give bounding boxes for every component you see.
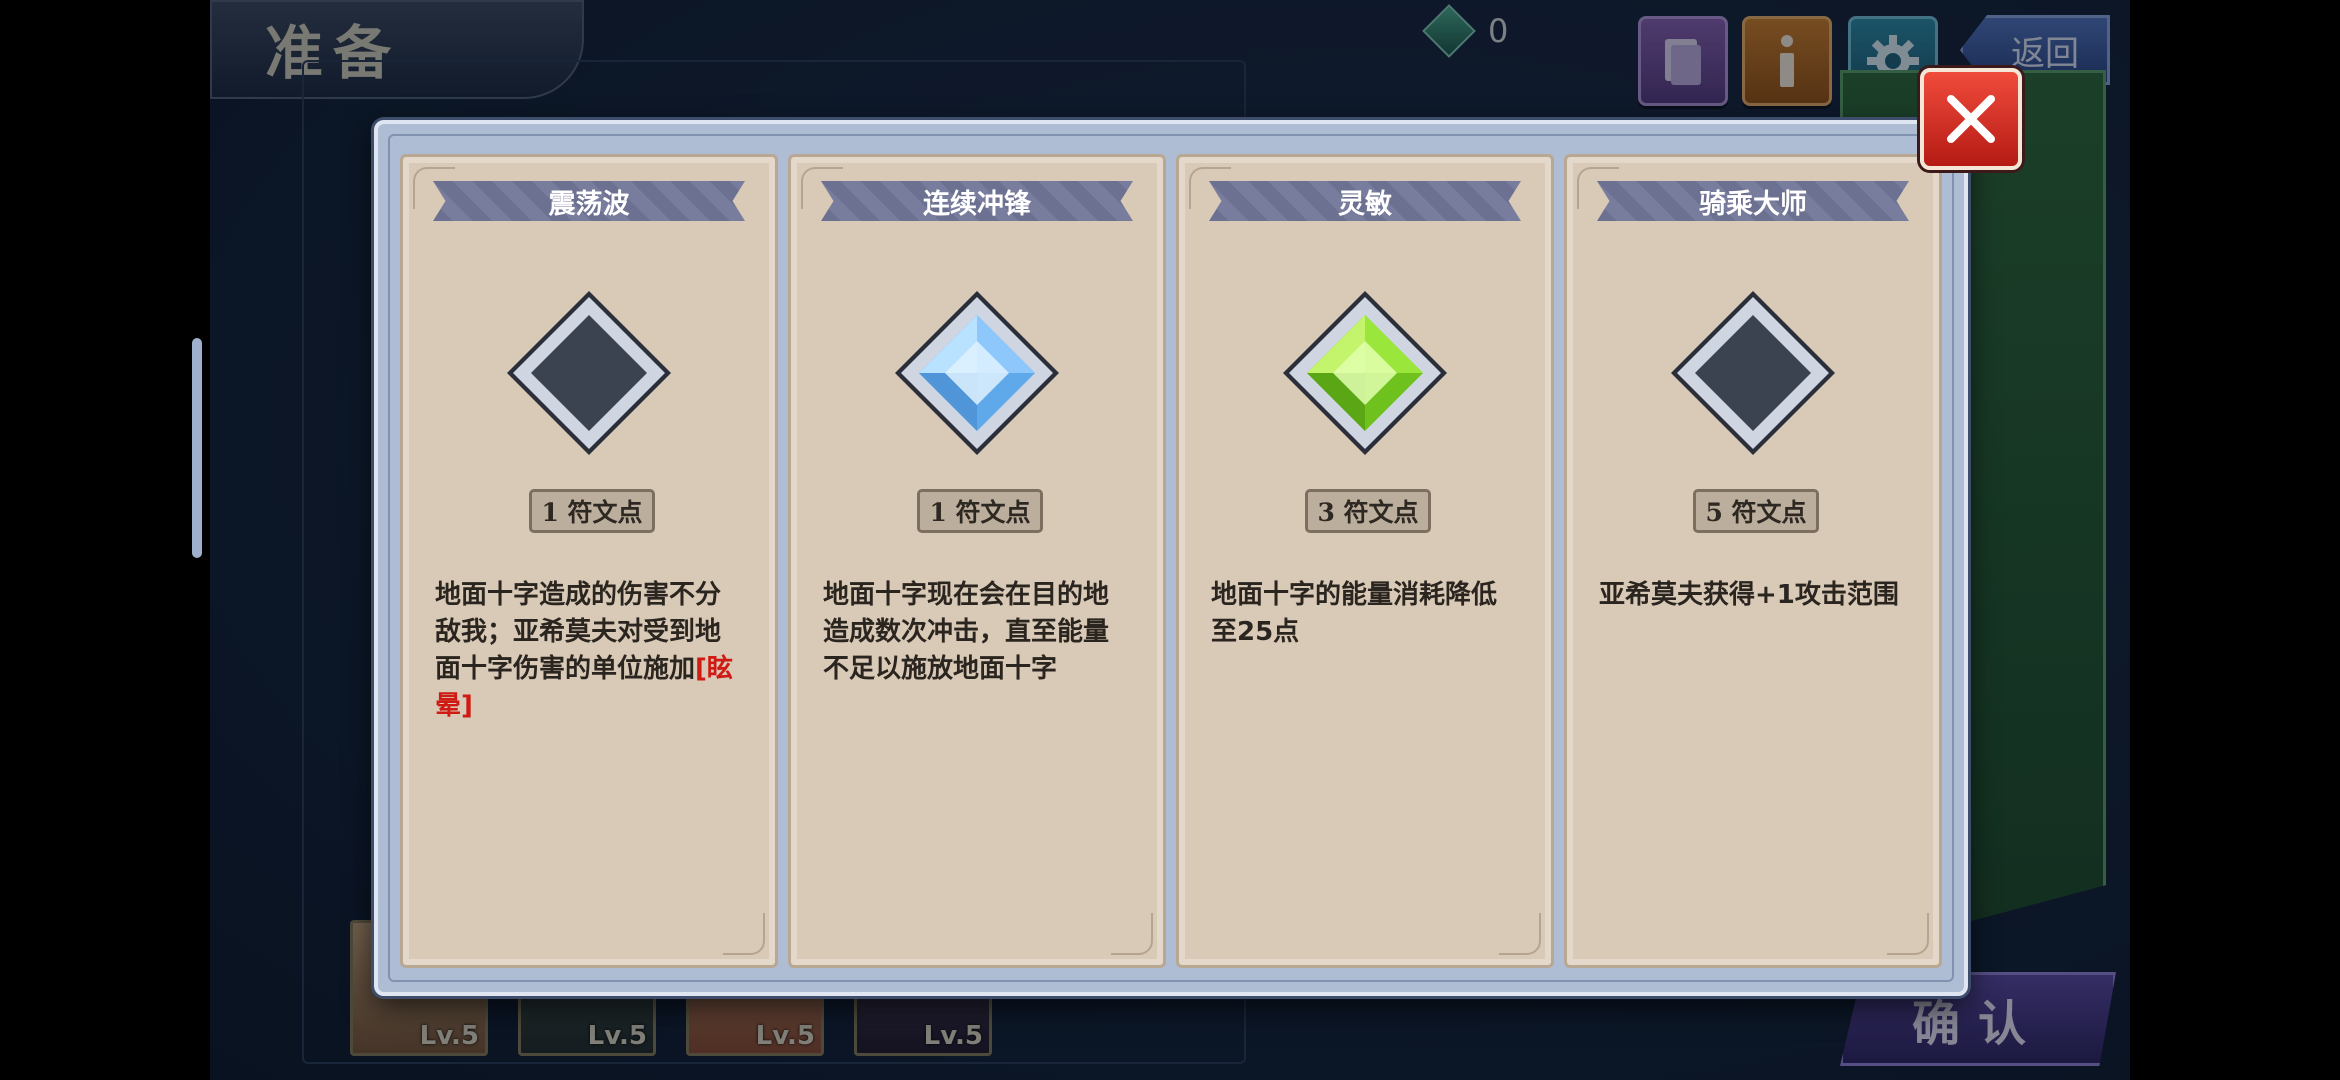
rune-green-gem-icon	[1279, 287, 1451, 459]
rune-cost: 1 符文点	[917, 489, 1043, 533]
close-button[interactable]	[1920, 68, 2022, 170]
rune-blue-gem-icon	[891, 287, 1063, 459]
rune-title: 骑乘大师	[1699, 188, 1807, 220]
rune-description: 地面十字现在会在目的地造成数次冲击，直至能量不足以施放地面十字	[823, 577, 1133, 688]
rune-empty-gem-icon	[1667, 287, 1839, 459]
card-title-ribbon: 骑乘大师	[1597, 181, 1909, 221]
rune-description-text: 地面十字现在会在目的地造成数次冲击，直至能量不足以施放地面十字	[823, 580, 1110, 684]
rune-description-text: 亚希莫夫获得+1攻击范围	[1599, 580, 1899, 610]
rune-title: 连续冲锋	[923, 188, 1031, 220]
rune-description: 地面十字的能量消耗降低至25点	[1211, 577, 1521, 651]
rune-description-text: 地面十字造成的伤害不分敌我；亚希莫夫对受到地面十字伤害的单位施加	[435, 580, 722, 684]
rune-card[interactable]: 骑乘大师 5 符文点 亚希莫夫获得+1攻击范围	[1564, 154, 1942, 968]
close-icon	[1947, 95, 1995, 143]
rune-description-text: 地面十字的能量消耗降低至25点	[1211, 580, 1498, 647]
scrollbar[interactable]	[192, 338, 202, 558]
rune-modal: 震荡波 1 符文点 地面十字造成的伤害不分敌我；亚希莫夫对受到地面十字伤害的单位…	[374, 120, 1968, 996]
card-title-ribbon: 连续冲锋	[821, 181, 1133, 221]
rune-cost: 5 符文点	[1693, 489, 1819, 533]
game-screen: 准备 0 返回 Lv.5 Lv.5 Lv.5 Lv.5 确认 震荡波 1 符文点…	[210, 0, 2130, 1080]
card-title-ribbon: 震荡波	[433, 181, 745, 221]
rune-cost: 1 符文点	[529, 489, 655, 533]
rune-card[interactable]: 震荡波 1 符文点 地面十字造成的伤害不分敌我；亚希莫夫对受到地面十字伤害的单位…	[400, 154, 778, 968]
rune-title: 灵敏	[1338, 188, 1392, 220]
rune-cost: 3 符文点	[1305, 489, 1431, 533]
rune-description: 地面十字造成的伤害不分敌我；亚希莫夫对受到地面十字伤害的单位施加[眩晕]	[435, 577, 745, 725]
rune-card[interactable]: 灵敏 3 符文点 地面十字的能量消耗降低至25点	[1176, 154, 1554, 968]
rune-empty-gem-icon	[503, 287, 675, 459]
rune-title: 震荡波	[548, 188, 630, 220]
card-title-ribbon: 灵敏	[1209, 181, 1521, 221]
rune-card[interactable]: 连续冲锋 1 符文点 地面十字现在会在目的地造成数次冲击，直至能量不足以施放地面…	[788, 154, 1166, 968]
rune-description: 亚希莫夫获得+1攻击范围	[1599, 577, 1909, 614]
